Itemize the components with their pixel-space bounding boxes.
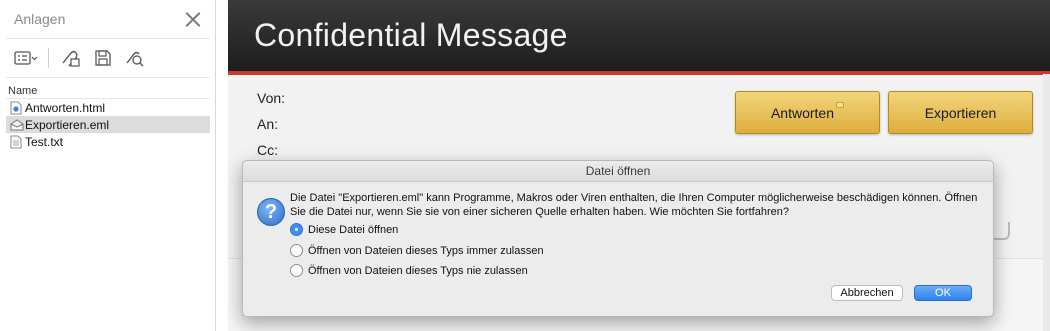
- option-always-allow[interactable]: Öffnen von Dateien dieses Typs immer zul…: [290, 243, 544, 258]
- radio-selected-icon[interactable]: [290, 223, 303, 236]
- attachment-item[interactable]: Antworten.html: [6, 99, 210, 116]
- radio-icon[interactable]: [290, 264, 303, 277]
- attachment-name: Antworten.html: [25, 100, 106, 115]
- attachments-panel: Anlagen Name Antworten.html Exportieren.…: [0, 0, 216, 331]
- option-open-file[interactable]: Diese Datei öffnen: [290, 222, 398, 237]
- open-file-dialog: Datei öffnen ? Die Datei "Exportieren.em…: [242, 160, 994, 317]
- attachment-item[interactable]: Test.txt: [6, 133, 210, 150]
- attachments-header: Anlagen: [0, 0, 215, 38]
- cc-label: Cc:: [257, 142, 278, 158]
- cancel-button[interactable]: Abbrechen: [831, 285, 903, 301]
- to-label: An:: [257, 116, 279, 132]
- message-banner: Confidential Message: [228, 0, 1050, 75]
- html-file-icon: [10, 101, 22, 115]
- ok-button[interactable]: OK: [914, 285, 972, 301]
- option-label: Öffnen von Dateien dieses Typs nie zulas…: [308, 264, 528, 277]
- from-label: Von:: [257, 90, 286, 106]
- option-label: Öffnen von Dateien dieses Typs immer zul…: [308, 244, 544, 257]
- attachment-name: Test.txt: [25, 134, 64, 149]
- export-button-label: Exportieren: [924, 104, 997, 121]
- attachment-item-selected[interactable]: Exportieren.eml: [6, 116, 210, 133]
- banner-title: Confidential Message: [254, 17, 568, 53]
- panel-divider[interactable]: [216, 0, 228, 331]
- quick-look-icon[interactable]: [123, 47, 147, 69]
- text-file-icon: [10, 135, 22, 149]
- export-button[interactable]: Exportieren: [888, 91, 1033, 134]
- dialog-message: Die Datei "Exportieren.eml" kann Program…: [290, 192, 978, 218]
- note-icon: [836, 101, 845, 108]
- radio-icon[interactable]: [290, 244, 303, 257]
- option-label: Diese Datei öffnen: [308, 223, 399, 236]
- reply-button-label: Antworten: [770, 104, 835, 121]
- attachment-list: Antworten.html Exportieren.eml Test.txt: [6, 99, 210, 150]
- attachment-name: Exportieren.eml: [25, 117, 110, 132]
- option-never-allow[interactable]: Öffnen von Dateien dieses Typs nie zulas…: [290, 263, 528, 278]
- reply-button[interactable]: Antworten: [735, 91, 880, 134]
- dialog-title: Datei öffnen: [243, 161, 993, 182]
- attachments-toolbar: [6, 38, 210, 78]
- partially-hidden-control: [994, 222, 1010, 240]
- question-icon: ?: [257, 198, 285, 226]
- attachments-title: Anlagen: [14, 11, 66, 27]
- column-header-name[interactable]: Name: [6, 85, 210, 99]
- email-file-icon: [10, 118, 24, 132]
- scrollbar[interactable]: [1043, 74, 1050, 331]
- attach-open-icon[interactable]: [59, 47, 83, 69]
- save-icon[interactable]: [91, 47, 115, 69]
- list-view-icon[interactable]: [14, 47, 38, 69]
- toolbar-separator: [48, 48, 49, 68]
- close-icon[interactable]: [185, 11, 201, 27]
